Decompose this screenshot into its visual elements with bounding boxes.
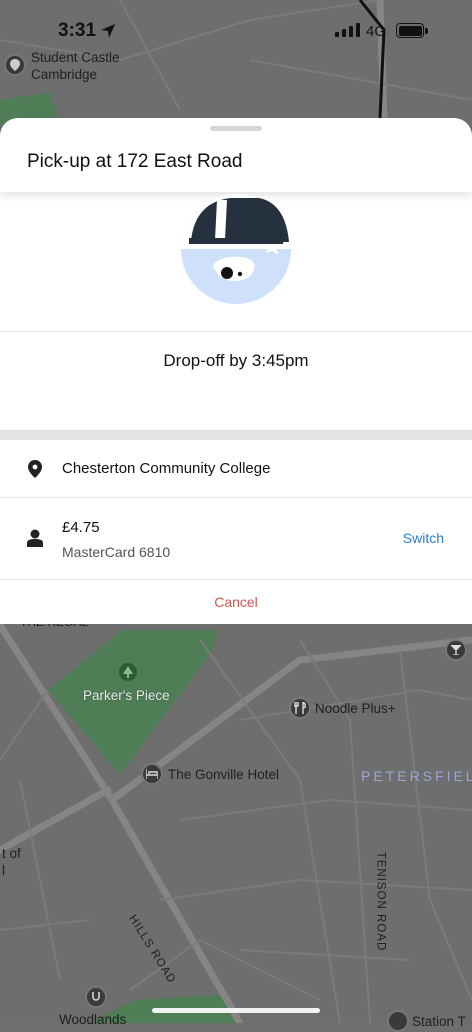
map-label-station: Station T	[412, 1014, 466, 1029]
map-label-left-partial: t of l	[2, 846, 21, 878]
switch-payment-button[interactable]: Switch	[403, 530, 444, 546]
map-label-woodlands: Woodlands	[59, 1012, 127, 1027]
fare-price: £4.75	[62, 519, 100, 536]
network-type: 4G	[366, 23, 387, 40]
map-label-noodle-plus[interactable]: Noodle Plus+	[315, 700, 396, 717]
status-time: 3:31	[58, 20, 97, 41]
map-label-gonville-hotel[interactable]: The Gonville Hotel	[168, 766, 279, 783]
train-icon[interactable]	[387, 1010, 409, 1032]
cellular-signal-icon	[335, 23, 360, 37]
hotel-icon[interactable]	[141, 763, 163, 785]
park-tree-icon[interactable]	[117, 661, 139, 683]
cancel-button[interactable]: Cancel	[0, 594, 472, 610]
medical-icon[interactable]	[85, 986, 107, 1008]
status-bar: 3:31 4G	[0, 0, 472, 60]
battery-icon	[396, 23, 428, 38]
map-label-petersfield: PETERSFIEL	[361, 768, 472, 784]
location-arrow-icon	[101, 24, 115, 38]
divider	[0, 497, 472, 498]
map-label-parkers-piece[interactable]: Parker's Piece	[83, 687, 170, 704]
home-indicator[interactable]	[152, 1008, 320, 1013]
section-separator	[0, 430, 472, 440]
sheet-grabber-handle[interactable]	[210, 126, 262, 131]
divider	[0, 331, 472, 332]
dropoff-time: Drop-off by 3:45pm	[163, 351, 309, 370]
person-icon	[27, 529, 43, 547]
divider	[0, 579, 472, 580]
sheet-header[interactable]: Pick-up at 172 East Road	[0, 118, 472, 192]
payment-card: MasterCard 6810	[62, 544, 171, 560]
location-pin-icon	[28, 460, 42, 478]
trip-sheet: Pick-up at 172 East Road Drop-off by 3:4…	[0, 118, 472, 624]
bar-icon[interactable]	[445, 639, 467, 661]
restaurant-icon[interactable]	[289, 697, 311, 719]
destination-label[interactable]: Chesterton Community College	[62, 460, 270, 477]
map-label-tenison-road: TENISON ROAD	[374, 851, 387, 952]
pickup-title: Pick-up at 172 East Road	[27, 151, 243, 172]
bus-illustration-icon	[181, 194, 291, 304]
vehicle-avatar	[181, 194, 291, 304]
